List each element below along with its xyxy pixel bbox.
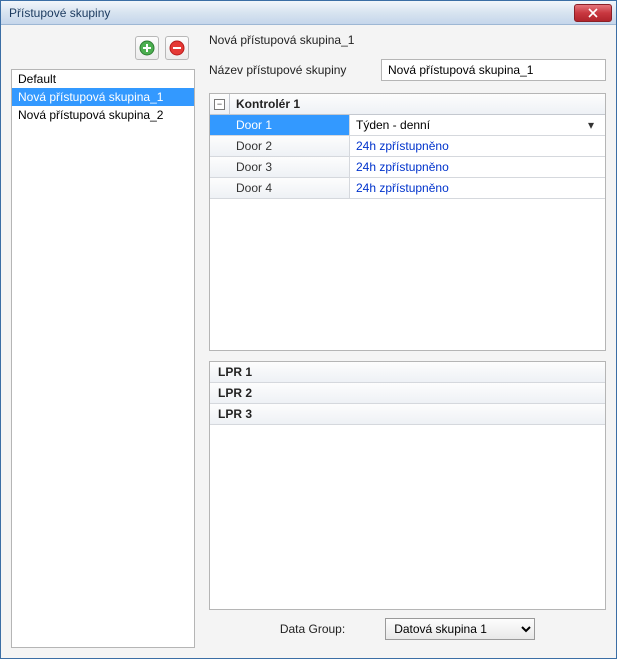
- data-group-select[interactable]: Datová skupina 1: [385, 618, 535, 640]
- door-row[interactable]: Door 224h zpřístupněno: [210, 136, 605, 157]
- chevron-down-icon: ▾: [583, 118, 599, 132]
- lpr-row[interactable]: LPR 2: [210, 383, 605, 404]
- group-list-item[interactable]: Nová přístupová skupina_1: [12, 88, 194, 106]
- group-toolbar: [11, 33, 195, 63]
- group-name-label: Název přístupové skupiny: [209, 63, 369, 77]
- close-button[interactable]: [574, 4, 612, 22]
- add-icon: [139, 40, 155, 56]
- controller-header-label: Kontrolér 1: [230, 94, 605, 114]
- group-name-input[interactable]: [381, 59, 606, 81]
- group-listbox[interactable]: DefaultNová přístupová skupina_1Nová pří…: [11, 69, 195, 648]
- lpr-label: LPR 1: [210, 363, 260, 381]
- door-schedule-cell[interactable]: 24h zpřístupněno: [350, 136, 605, 156]
- door-name-cell: Door 1: [210, 115, 350, 135]
- door-row[interactable]: Door 424h zpřístupněno: [210, 178, 605, 199]
- door-row[interactable]: Door 1 Týden - denní ▾: [210, 115, 605, 136]
- panel-spacer: [209, 351, 606, 361]
- lpr-row[interactable]: LPR 1: [210, 362, 605, 383]
- schedule-dropdown[interactable]: Týden - denní ▾: [356, 118, 599, 132]
- controller-fill: [210, 199, 605, 350]
- titlebar: Přístupové skupiny: [1, 1, 616, 25]
- group-list-item[interactable]: Nová přístupová skupina_2: [12, 106, 194, 124]
- door-schedule-cell[interactable]: 24h zpřístupněno: [350, 178, 605, 198]
- window-title: Přístupové skupiny: [9, 6, 110, 20]
- remove-icon: [169, 40, 185, 56]
- lpr-fill: [210, 425, 605, 609]
- door-schedule-cell[interactable]: 24h zpřístupněno: [350, 157, 605, 177]
- door-schedule-cell[interactable]: Týden - denní ▾: [350, 115, 605, 135]
- data-group-label: Data Group:: [280, 622, 345, 636]
- content-area: DefaultNová přístupová skupina_1Nová pří…: [1, 25, 616, 658]
- left-column: DefaultNová přístupová skupina_1Nová pří…: [11, 33, 195, 648]
- detail-heading: Nová přístupová skupina_1: [209, 33, 606, 51]
- controller-rows: Door 1Týden - denní▾Door 224h zpřístupně…: [210, 115, 605, 199]
- lpr-row[interactable]: LPR 3: [210, 404, 605, 425]
- controller-header-row: − Kontrolér 1: [210, 94, 605, 115]
- expand-cell: −: [210, 94, 230, 114]
- lpr-label: LPR 3: [210, 405, 260, 423]
- window-root: Přístupové skupiny: [0, 0, 617, 659]
- controller-grid: − Kontrolér 1 Door 1 Týden - denní ▾ Door 2…: [209, 93, 606, 351]
- footer-row: Data Group: Datová skupina 1: [209, 610, 606, 648]
- close-icon: [588, 8, 598, 18]
- lpr-label: LPR 2: [210, 384, 260, 402]
- lpr-rows: LPR 1 LPR 2 LPR 3: [210, 362, 605, 425]
- collapse-toggle[interactable]: −: [214, 99, 225, 110]
- door-name-cell: Door 3: [210, 157, 350, 177]
- lpr-grid: LPR 1 LPR 2 LPR 3: [209, 361, 606, 610]
- door-row[interactable]: Door 324h zpřístupněno: [210, 157, 605, 178]
- right-column: Nová přístupová skupina_1 Název přístupo…: [195, 33, 606, 648]
- group-list-item[interactable]: Default: [12, 70, 194, 88]
- name-row: Název přístupové skupiny: [209, 59, 606, 81]
- add-group-button[interactable]: [135, 36, 159, 60]
- remove-group-button[interactable]: [165, 36, 189, 60]
- door-name-cell: Door 2: [210, 136, 350, 156]
- schedule-value: Týden - denní: [356, 118, 430, 132]
- door-name-cell: Door 4: [210, 178, 350, 198]
